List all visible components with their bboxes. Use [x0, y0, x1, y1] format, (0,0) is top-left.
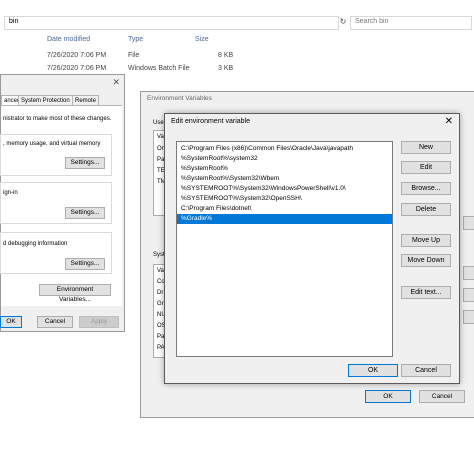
- edit-button[interactable]: Edit: [401, 161, 451, 174]
- column-size[interactable]: Size: [195, 36, 209, 43]
- path-item[interactable]: %SystemRoot%\system32: [177, 154, 392, 164]
- path-item[interactable]: %SystemRoot%\System32\Wbem: [177, 174, 392, 184]
- file-type: File: [128, 52, 140, 59]
- startup-recovery-description: d debugging information: [3, 241, 68, 247]
- file-size: 8 KB: [218, 52, 234, 59]
- edit-text-button[interactable]: Edit text...: [401, 286, 451, 299]
- move-down-button[interactable]: Move Down: [401, 254, 451, 267]
- file-date: 7/26/2020 7:06 PM: [47, 52, 107, 59]
- new-button[interactable]: New: [401, 141, 451, 154]
- address-bar[interactable]: bin: [4, 16, 339, 30]
- edit-environment-variable-dialog: Edit environment variable ✕ C:\Program F…: [164, 113, 460, 384]
- browse-button[interactable]: Browse...: [401, 182, 451, 195]
- system-new-button-partial[interactable]: [463, 266, 474, 280]
- startup-recovery-settings-button[interactable]: Settings...: [65, 258, 105, 270]
- admin-note: nistrator to make most of these changes.: [3, 116, 112, 122]
- list-item[interactable]: Va: [157, 134, 164, 140]
- cancel-button[interactable]: Cancel: [419, 390, 465, 403]
- performance-description: , memory usage, and virtual memory: [3, 141, 101, 147]
- delete-button[interactable]: Delete: [401, 203, 451, 216]
- apply-button: Apply: [79, 316, 119, 328]
- file-size: 3 KB: [218, 65, 234, 72]
- system-edit-button-partial[interactable]: [463, 288, 474, 302]
- user-profiles-group: ign-in Settings...: [0, 182, 112, 224]
- cancel-button[interactable]: Cancel: [401, 364, 451, 377]
- path-item[interactable]: %SystemRoot%: [177, 164, 392, 174]
- user-delete-button-partial[interactable]: [463, 216, 474, 230]
- performance-settings-button[interactable]: Settings...: [65, 157, 105, 169]
- search-input[interactable]: Search bin: [350, 16, 472, 30]
- cancel-button[interactable]: Cancel: [37, 316, 73, 328]
- user-profiles-settings-button[interactable]: Settings...: [65, 207, 105, 219]
- column-date-modified[interactable]: Date modified: [47, 36, 90, 43]
- address-text: bin: [9, 18, 19, 25]
- list-item[interactable]: Gr: [157, 301, 164, 307]
- path-item[interactable]: C:\Program Files (x86)\Common Files\Orac…: [177, 144, 392, 154]
- system-delete-button-partial[interactable]: [463, 310, 474, 324]
- list-item[interactable]: Dr: [157, 290, 163, 296]
- ok-button[interactable]: OK: [365, 390, 411, 403]
- close-icon[interactable]: ✕: [112, 77, 120, 88]
- column-type[interactable]: Type: [128, 36, 143, 43]
- system-variables-label: Syst: [153, 252, 165, 258]
- path-item-selected[interactable]: %Gradle%: [177, 214, 392, 224]
- ok-button[interactable]: OK: [0, 316, 22, 328]
- advanced-tab-panel: nistrator to make most of these changes.…: [0, 105, 122, 306]
- dialog-title: Edit environment variable: [171, 118, 250, 125]
- system-properties-dialog: ✕ anced System Protection Remote nistrat…: [0, 74, 125, 332]
- ok-button[interactable]: OK: [348, 364, 398, 377]
- refresh-icon[interactable]: ↻: [338, 16, 348, 28]
- dialog-title: Environment Variables: [147, 95, 212, 102]
- startup-recovery-group: d debugging information Settings...: [0, 232, 112, 274]
- user-variables-label: Use: [153, 120, 164, 126]
- list-item[interactable]: Va: [157, 268, 164, 274]
- file-date: 7/26/2020 7:06 PM: [47, 65, 107, 72]
- path-item[interactable]: C:\Program Files\dotnet\: [177, 204, 392, 214]
- path-item[interactable]: %SYSTEMROOT%\System32\WindowsPowerShell\…: [177, 184, 392, 194]
- environment-variables-button[interactable]: Environment Variables...: [39, 284, 111, 303]
- performance-group: , memory usage, and virtual memory Setti…: [0, 134, 112, 176]
- file-type: Windows Batch File: [128, 65, 190, 72]
- search-placeholder: Search bin: [355, 18, 389, 25]
- file-explorer-window: bin ↻ Search bin Date modified Type Size…: [0, 0, 474, 80]
- path-item[interactable]: %SYSTEMROOT%\System32\OpenSSH\: [177, 194, 392, 204]
- close-icon[interactable]: ✕: [445, 116, 453, 127]
- path-list[interactable]: C:\Program Files (x86)\Common Files\Orac…: [176, 141, 393, 357]
- user-profiles-description: ign-in: [3, 190, 18, 196]
- move-up-button[interactable]: Move Up: [401, 234, 451, 247]
